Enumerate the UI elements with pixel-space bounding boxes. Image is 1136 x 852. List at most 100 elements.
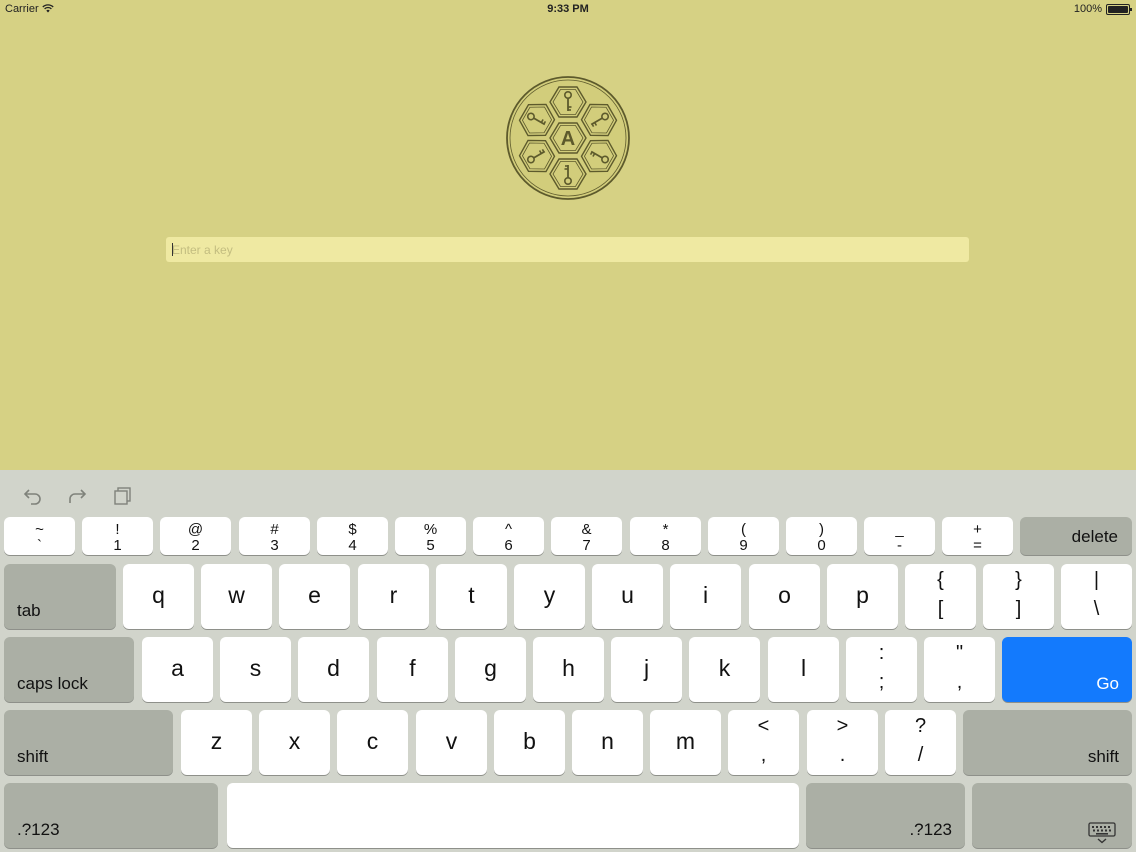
shift-label: shift [1087,747,1119,766]
key-p[interactable]: p [827,564,898,629]
key-symbol-1[interactable]: >. [807,710,878,775]
key-symbol-1[interactable]: ", [924,637,995,702]
key-b[interactable]: b [494,710,565,775]
key-2[interactable]: @2 [160,517,231,555]
dismiss-keyboard-button[interactable] [972,783,1132,848]
text-caret [172,243,173,256]
key-d[interactable]: d [298,637,369,702]
numbers-key-right[interactable]: .?123 [806,783,965,848]
key-lower-label: 8 [661,537,670,554]
key-f[interactable]: f [377,637,448,702]
key-upper-label: @ [187,521,204,538]
key-u[interactable]: u [592,564,663,629]
key-symbol-2[interactable]: ? / [885,710,956,775]
key-symbol-1[interactable]: }] [983,564,1054,629]
key-lower-label: - [897,537,902,554]
key-symbol-2[interactable]: | \ [1061,564,1132,629]
key-lower-label: 1 [113,537,122,554]
key-7[interactable]: & 7 [551,517,622,555]
keyboard-dismiss-icon [1088,822,1116,844]
key-r[interactable]: r [358,564,429,629]
status-bar: Carrier 9:33 PM 100% [0,0,1136,18]
caps-lock-key[interactable]: caps lock [4,637,134,702]
key-symbol-0[interactable]: {[ [905,564,976,629]
key-m[interactable]: m [650,710,721,775]
key-symbol-0[interactable]: :; [846,637,917,702]
key-h[interactable]: h [533,637,604,702]
key-=[interactable]: + = [942,517,1013,555]
go-button[interactable]: Go [1002,637,1132,702]
paste-icon[interactable] [113,486,133,506]
key-z[interactable]: z [181,710,252,775]
key-label: b [523,728,536,754]
key-8[interactable]: * 8 [630,517,701,555]
key-lower-label: ; [878,671,885,693]
shift-left-key[interactable]: shift [4,710,173,775]
key-k[interactable]: k [689,637,760,702]
space-bar[interactable] [227,783,799,848]
key-label: z [210,728,223,754]
caps-lock-label: caps lock [17,674,88,693]
numbers-label: .?123 [909,820,952,839]
undo-icon[interactable] [23,486,43,506]
delete-label: delete [1071,527,1118,546]
key-upper-label: ! [115,521,120,538]
key-label: a [171,655,184,681]
redo-icon[interactable] [67,486,87,506]
key-upper-label: > [836,715,849,737]
go-label: Go [1096,674,1119,693]
key-lower-label: [ [937,598,944,620]
numbers-key-left[interactable]: .?123 [4,783,218,848]
delete-button[interactable]: delete [1020,517,1132,555]
key-label: d [327,655,340,681]
key-lower-label: 4 [348,537,357,554]
key-1[interactable]: ! 1 [82,517,153,555]
key-upper-label: : [878,642,885,664]
key-`[interactable]: ~ ` [4,517,75,555]
key-label: c [366,728,379,754]
key-t[interactable]: t [436,564,507,629]
key--[interactable]: _ - [864,517,935,555]
key-lower-label: 7 [582,537,591,554]
key-q[interactable]: q [123,564,194,629]
key-v[interactable]: v [416,710,487,775]
key-o[interactable]: o [749,564,820,629]
tab-key[interactable]: tab [4,564,116,629]
key-input[interactable] [166,237,969,262]
key-c[interactable]: c [337,710,408,775]
key-0[interactable]: ) 0 [786,517,857,555]
key-6[interactable]: ^ 6 [473,517,544,555]
key-lower-label: 5 [426,537,435,554]
shift-right-key[interactable]: shift [963,710,1132,775]
key-symbol-0[interactable]: <, [728,710,799,775]
key-l[interactable]: l [768,637,839,702]
key-lower-label: = [973,537,982,554]
key-w[interactable]: w [201,564,272,629]
key-x[interactable]: x [259,710,330,775]
key-lower-label: 6 [504,537,513,554]
key-label: q [152,582,165,608]
key-g[interactable]: g [455,637,526,702]
numbers-label: .?123 [17,820,60,839]
battery-icon [1106,4,1132,15]
key-lower-label: ] [1015,598,1022,620]
key-label: n [601,728,614,754]
key-y[interactable]: y [514,564,585,629]
key-i[interactable]: i [670,564,741,629]
key-e[interactable]: e [279,564,350,629]
key-9[interactable]: (9 [708,517,779,555]
key-label: v [445,728,458,754]
key-upper-label: { [937,569,944,591]
key-label: l [800,655,807,681]
key-upper-label: ) [819,521,824,538]
key-j[interactable]: j [611,637,682,702]
key-a[interactable]: a [142,637,213,702]
key-4[interactable]: $4 [317,517,388,555]
key-label: g [484,655,497,681]
key-n[interactable]: n [572,710,643,775]
key-s[interactable]: s [220,637,291,702]
keyboard: ~ `! 1 @2 #3 $4% 5 ^ 6 & 7 * 8(9) 0 _ - + = delete tab q w e r t… [0,470,1136,852]
key-3[interactable]: #3 [239,517,310,555]
key-label: m [675,728,696,754]
key-5[interactable]: % 5 [395,517,466,555]
